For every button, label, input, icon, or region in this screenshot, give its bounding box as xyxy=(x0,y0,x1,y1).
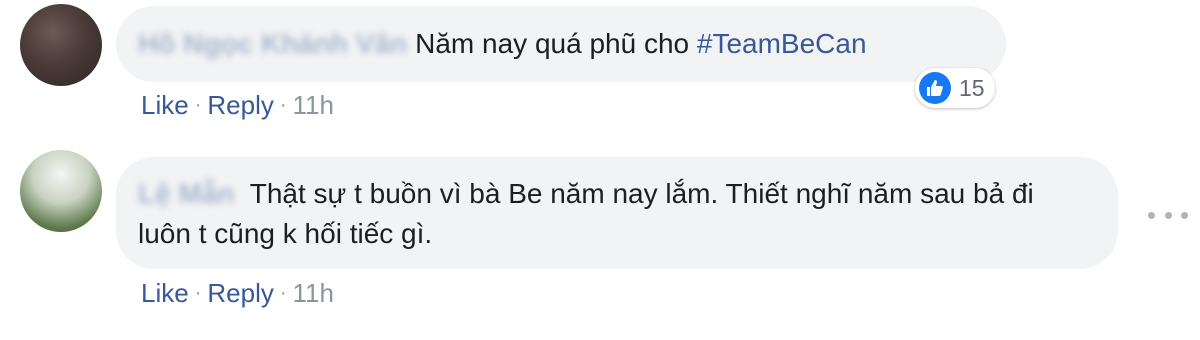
more-options-icon[interactable] xyxy=(1148,205,1188,225)
comment-author[interactable]: Lệ Mẫn xyxy=(138,174,234,214)
comment-content: Lệ Mẫn Thật sự t buồn vì bà Be năm nay l… xyxy=(138,174,1068,254)
like-button[interactable]: Like xyxy=(141,90,189,120)
comment-text: Năm nay quá phũ cho xyxy=(415,28,697,59)
separator: · xyxy=(279,94,287,116)
separator: · xyxy=(194,94,202,116)
comment-text: Thật sự t buồn vì bà Be năm nay lắm. Thi… xyxy=(138,178,1034,249)
timestamp[interactable]: 11h xyxy=(293,90,334,120)
timestamp[interactable]: 11h xyxy=(293,278,334,308)
comment-content: Hồ Ngọc Khánh Vân Năm nay quá phũ cho #Te… xyxy=(138,24,867,64)
comment-bubble: Hồ Ngọc Khánh Vân Năm nay quá phũ cho #Te… xyxy=(116,6,1006,82)
thumbs-up-icon xyxy=(919,72,951,104)
reply-button[interactable]: Reply xyxy=(207,278,273,308)
reaction-summary[interactable]: 15 xyxy=(915,68,995,108)
comment-actions: Like · Reply · 11h xyxy=(141,90,334,121)
avatar[interactable] xyxy=(20,4,102,86)
reaction-count: 15 xyxy=(959,74,985,101)
like-button[interactable]: Like xyxy=(141,278,189,308)
comment-actions: Like · Reply · 11h xyxy=(141,278,334,309)
comment-author[interactable]: Hồ Ngọc Khánh Vân xyxy=(138,24,407,64)
hashtag-link[interactable]: #TeamBeCan xyxy=(697,28,867,59)
comment-bubble: Lệ Mẫn Thật sự t buồn vì bà Be năm nay l… xyxy=(116,157,1118,269)
reply-button[interactable]: Reply xyxy=(207,90,273,120)
avatar[interactable] xyxy=(20,150,102,232)
separator: · xyxy=(279,282,287,304)
separator: · xyxy=(194,282,202,304)
